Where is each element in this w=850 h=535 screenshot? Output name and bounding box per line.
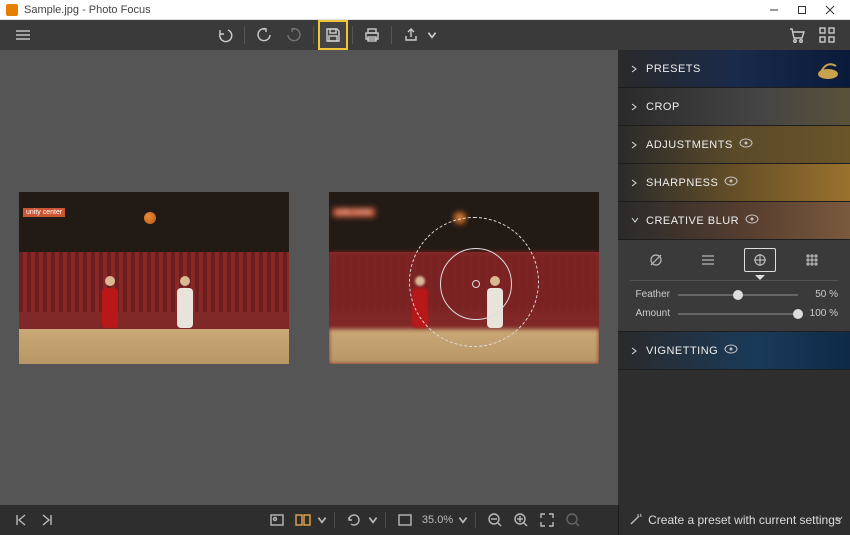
undo-button[interactable] (210, 20, 240, 50)
zoom-in-button[interactable] (508, 507, 534, 533)
amount-slider-row: Amount 100 % (630, 308, 838, 319)
amount-value: 100 % (798, 308, 838, 319)
grid-view-button[interactable] (812, 20, 842, 50)
side-panel: PRESETS CROP ADJUSTMENTS SHARPNESS (618, 50, 850, 505)
amount-slider[interactable] (678, 313, 798, 315)
rotate-button[interactable] (341, 507, 367, 533)
compare-dropdown-icon[interactable] (316, 507, 328, 533)
panel-label: CROP (646, 101, 680, 113)
chevron-right-icon (630, 347, 640, 355)
app-icon (6, 4, 18, 16)
creative-blur-controls: Feather 50 % Amount 100 % (618, 240, 850, 332)
next-image-button[interactable] (34, 507, 60, 533)
separator (391, 26, 392, 44)
panel-label: CREATIVE BLUR (646, 215, 739, 227)
blur-mode-row (630, 248, 838, 281)
blur-mode-grid[interactable] (796, 248, 828, 272)
zoom-out-button[interactable] (482, 507, 508, 533)
panel-crop[interactable]: CROP (618, 88, 850, 126)
separator (334, 512, 335, 528)
panel-presets[interactable]: PRESETS (618, 50, 850, 88)
blur-mode-radial[interactable] (744, 248, 776, 272)
panel-adjustments[interactable]: ADJUSTMENTS (618, 126, 850, 164)
separator (244, 26, 245, 44)
zoom-dropdown-icon[interactable] (457, 507, 469, 533)
menu-button[interactable] (8, 20, 38, 50)
amount-label: Amount (630, 308, 678, 319)
cart-button[interactable] (782, 20, 812, 50)
visibility-toggle-icon[interactable] (739, 138, 753, 151)
separator (385, 512, 386, 528)
redo-step-button[interactable] (279, 20, 309, 50)
compare-view-button[interactable] (290, 507, 316, 533)
feather-label: Feather (630, 289, 678, 300)
visibility-toggle-icon[interactable] (745, 214, 759, 227)
share-dropdown-icon[interactable] (426, 20, 438, 50)
panel-label: ADJUSTMENTS (646, 139, 733, 151)
undo-step-button[interactable] (249, 20, 279, 50)
image-banner: unity center (333, 208, 375, 217)
window-title: Sample.jpg - Photo Focus (24, 4, 151, 16)
rotate-dropdown-icon[interactable] (367, 507, 379, 533)
chevron-down-icon[interactable] (834, 513, 844, 527)
visibility-toggle-icon[interactable] (724, 344, 738, 357)
blur-mode-linear[interactable] (692, 248, 724, 272)
wand-icon (628, 513, 642, 527)
chevron-right-icon (630, 103, 640, 111)
top-toolbar (0, 20, 850, 50)
after-image[interactable]: unity center (329, 192, 599, 364)
feather-value: 50 % (798, 289, 838, 300)
chevron-right-icon (630, 65, 640, 73)
visibility-toggle-icon[interactable] (724, 176, 738, 189)
prev-image-button[interactable] (8, 507, 34, 533)
panel-creative-blur[interactable]: CREATIVE BLUR (618, 202, 850, 240)
chevron-down-icon (631, 216, 639, 226)
window-close-button[interactable] (816, 0, 844, 20)
panel-label: VIGNETTING (646, 345, 718, 357)
panel-label: PRESETS (646, 63, 701, 75)
single-view-button[interactable] (264, 507, 290, 533)
feather-slider-row: Feather 50 % (630, 289, 838, 300)
create-preset-label: Create a preset with current settings (648, 513, 841, 527)
window-titlebar: Sample.jpg - Photo Focus (0, 0, 850, 20)
feather-slider[interactable] (678, 294, 798, 296)
print-button[interactable] (357, 20, 387, 50)
window-maximize-button[interactable] (788, 0, 816, 20)
separator (352, 26, 353, 44)
fit-screen-button[interactable] (392, 507, 418, 533)
separator (475, 512, 476, 528)
separator (313, 26, 314, 44)
save-button[interactable] (318, 20, 348, 50)
image-banner: unity center (23, 208, 65, 217)
panel-sharpness[interactable]: SHARPNESS (618, 164, 850, 202)
window-minimize-button[interactable] (760, 0, 788, 20)
lamp-icon (800, 56, 840, 82)
blur-mode-none[interactable] (640, 248, 672, 272)
panel-vignetting[interactable]: VIGNETTING (618, 332, 850, 370)
before-image[interactable]: unity center (19, 192, 289, 364)
chevron-right-icon (630, 179, 640, 187)
slider-thumb[interactable] (793, 309, 803, 319)
slider-thumb[interactable] (733, 290, 743, 300)
share-button[interactable] (396, 20, 426, 50)
zoom-value[interactable]: 35.0% (418, 514, 457, 526)
create-preset-button[interactable]: Create a preset with current settings (618, 505, 850, 535)
workspace: unity center unity center (0, 50, 618, 505)
zoom-actual-button[interactable] (534, 507, 560, 533)
chevron-right-icon (630, 141, 640, 149)
zoom-region-button[interactable] (560, 507, 586, 533)
panel-label: SHARPNESS (646, 177, 718, 189)
